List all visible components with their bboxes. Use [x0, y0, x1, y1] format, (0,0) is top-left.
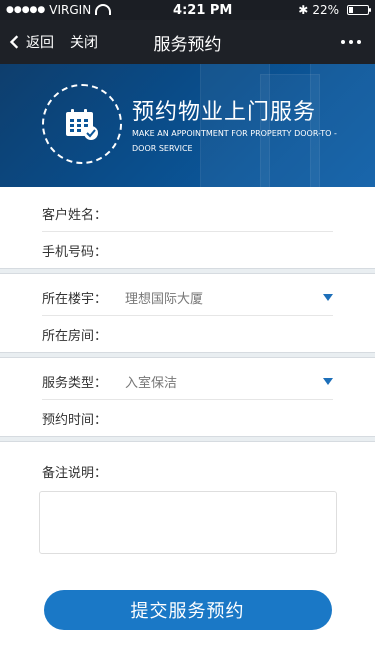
- status-bar: ●●●●● VIRGIN 4:21 PM ✱ 22%: [0, 0, 375, 20]
- banner-title: 预约物业上门服务: [132, 100, 317, 125]
- customer-name-label: 客户姓名：: [42, 208, 108, 223]
- submit-button[interactable]: 提交服务预约: [43, 590, 332, 630]
- notes-textarea[interactable]: [39, 491, 337, 554]
- submit-wrap: 提交服务预约: [0, 590, 375, 630]
- phone-label: 手机号码：: [42, 244, 108, 260]
- close-button[interactable]: 关闭: [70, 32, 98, 52]
- status-left: ●●●●● VIRGIN: [6, 3, 112, 17]
- contact-section: 客户姓名： 手机号码：: [0, 187, 375, 268]
- back-label: 返回: [26, 35, 54, 51]
- back-button[interactable]: 返回: [8, 32, 54, 52]
- dropdown-triangle-icon: [323, 294, 333, 301]
- calendar-icon: [66, 109, 98, 140]
- service-section: 服务类型： 入室保洁 预约时间：: [0, 358, 375, 436]
- bluetooth-icon: ✱: [298, 3, 309, 17]
- appointment-time-label: 预约时间：: [42, 412, 108, 428]
- status-right: ✱ 22%: [298, 3, 371, 17]
- location-section: 所在楼宇： 理想国际大厦 所在房间：: [0, 274, 375, 352]
- more-dots-icon[interactable]: [341, 40, 361, 44]
- carrier-name: VIRGIN: [49, 3, 92, 17]
- appointment-time-field[interactable]: 预约时间：: [42, 400, 333, 436]
- service-type-label: 服务类型：: [42, 376, 108, 391]
- status-time: 4:21 PM: [173, 2, 233, 18]
- nav-bar: 返回 关闭 服务预约: [0, 20, 375, 64]
- battery-percent: 22%: [312, 3, 339, 17]
- phone-field[interactable]: 手机号码：: [42, 232, 333, 268]
- building-select[interactable]: 所在楼宇： 理想国际大厦: [42, 280, 333, 316]
- battery-icon: [346, 5, 371, 15]
- battery-level: [348, 7, 353, 13]
- notes-label: 备注说明：: [42, 466, 108, 481]
- customer-name-field[interactable]: 客户姓名：: [42, 196, 333, 232]
- banner: 预约物业上门服务 MAKE AN APPOINTMENT FOR PROPERT…: [0, 64, 375, 187]
- building-value: 理想国际大厦: [125, 292, 204, 307]
- room-field[interactable]: 所在房间：: [42, 316, 333, 352]
- service-type-value: 入室保洁: [125, 376, 178, 391]
- notes-section: 备注说明：: [0, 442, 375, 554]
- signal-icon: ●●●●●: [6, 5, 46, 15]
- building-label: 所在楼宇：: [42, 292, 108, 307]
- room-label: 所在房间：: [42, 328, 108, 344]
- wifi-icon: [95, 3, 112, 15]
- chevron-left-icon: [9, 35, 19, 49]
- banner-subtitle: MAKE AN APPOINTMENT FOR PROPERTY DOOR-TO…: [132, 129, 337, 153]
- service-type-select[interactable]: 服务类型： 入室保洁: [42, 364, 333, 400]
- dropdown-triangle-icon: [323, 378, 333, 385]
- banner-icon-circle: [42, 84, 122, 164]
- nav-left: 返回 关闭: [0, 32, 98, 52]
